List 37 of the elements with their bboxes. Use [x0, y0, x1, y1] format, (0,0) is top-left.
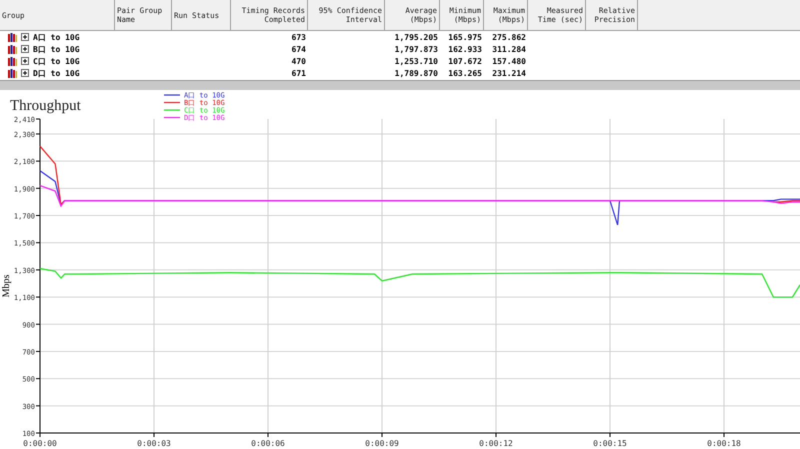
x-tick-label: 0:00:12 — [479, 439, 513, 448]
group-name: C口 to 10G — [33, 56, 80, 66]
table-cell: 673 — [292, 32, 306, 42]
table-cell: 470 — [292, 56, 306, 66]
group-name: B口 to 10G — [33, 44, 80, 54]
table-cell: 162.933 — [448, 44, 482, 54]
table-cell: 311.284 — [492, 44, 526, 54]
group-icon — [8, 32, 17, 42]
expand-icon[interactable] — [21, 57, 29, 65]
x-tick-label: 0:00:15 — [593, 439, 627, 448]
table-cell: 231.214 — [492, 68, 526, 78]
table-cell: 1,797.873 — [394, 44, 438, 54]
table-cell: 157.480 — [492, 56, 526, 66]
group-icon — [8, 56, 17, 66]
table-cell: 1,795.205 — [394, 32, 438, 42]
table-cell: 1,253.710 — [394, 56, 438, 66]
expand-icon[interactable] — [21, 33, 29, 41]
x-tick-label: 0:00:03 — [137, 439, 171, 448]
group-name: D口 to 10G — [33, 68, 80, 78]
x-tick-label: 0:00:00 — [23, 439, 57, 448]
expand-icon[interactable] — [21, 45, 29, 53]
chart-title: Throughput — [10, 98, 81, 114]
group-icon — [8, 44, 17, 54]
table-cell: 107.672 — [448, 56, 482, 66]
table-cell: 165.975 — [448, 32, 482, 42]
table-cell: 671 — [292, 68, 306, 78]
y-axis-label: Mbps — [1, 274, 12, 298]
table-cell: 275.862 — [492, 32, 526, 42]
table-cell: 674 — [292, 44, 306, 54]
group-icon — [8, 68, 17, 78]
table-cell: 163.265 — [448, 68, 482, 78]
expand-icon[interactable] — [21, 69, 29, 77]
x-tick-label: 0:00:09 — [365, 439, 399, 448]
table-cell: 1,789.870 — [394, 68, 438, 78]
group-name: A口 to 10G — [33, 32, 80, 42]
x-tick-label: 0:00:18 — [707, 439, 741, 448]
x-tick-label: 0:00:06 — [251, 439, 285, 448]
